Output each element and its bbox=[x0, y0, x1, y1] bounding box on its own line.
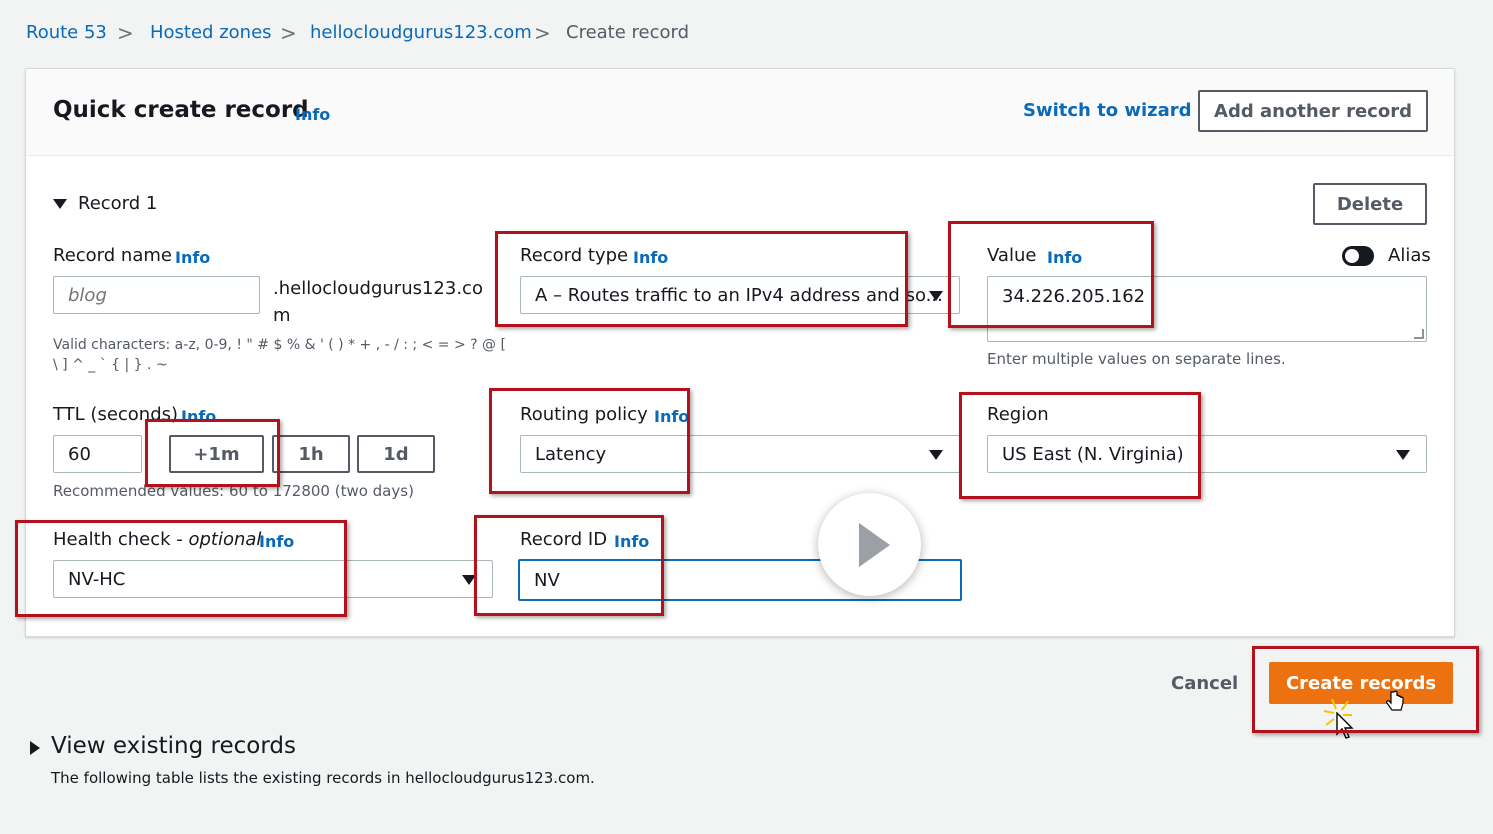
breadcrumb-separator: > bbox=[534, 21, 551, 45]
health-check-info-link[interactable]: Info bbox=[259, 532, 294, 551]
record-1-label: Record 1 bbox=[78, 193, 158, 214]
play-icon bbox=[859, 523, 890, 567]
play-overlay-button[interactable] bbox=[818, 493, 921, 596]
region-value: US East (N. Virginia) bbox=[1002, 443, 1184, 465]
quick-create-panel: Quick create record Info Switch to wizar… bbox=[25, 68, 1455, 637]
breadcrumb-zone[interactable]: hellocloudgurus123.com bbox=[310, 22, 532, 43]
dropdown-caret-icon bbox=[1396, 450, 1410, 460]
domain-suffix-line2: m bbox=[273, 305, 291, 326]
value-info-link[interactable]: Info bbox=[1047, 248, 1082, 267]
region-label: Region bbox=[987, 404, 1049, 425]
record-id-label: Record ID bbox=[520, 529, 608, 550]
switch-to-wizard-link[interactable]: Switch to wizard bbox=[1023, 100, 1192, 121]
breadcrumb-route53[interactable]: Route 53 bbox=[26, 22, 107, 43]
cancel-button[interactable]: Cancel bbox=[1171, 673, 1238, 694]
ttl-1h-button[interactable]: 1h bbox=[272, 435, 350, 473]
alias-label: Alias bbox=[1388, 245, 1431, 266]
record-id-value: NV bbox=[534, 569, 560, 591]
routing-policy-label: Routing policy bbox=[520, 404, 648, 425]
record-1-toggle[interactable]: Record 1 bbox=[53, 193, 157, 214]
routing-policy-select[interactable]: Latency bbox=[520, 435, 960, 473]
health-check-label: Health check - optional bbox=[53, 529, 262, 550]
routing-policy-value: Latency bbox=[535, 443, 607, 465]
caret-down-icon bbox=[53, 198, 67, 209]
routing-policy-info-link[interactable]: Info bbox=[654, 407, 689, 426]
add-another-record-button[interactable]: Add another record bbox=[1198, 90, 1428, 132]
optional-label: optional bbox=[188, 529, 262, 550]
record-name-info-link[interactable]: Info bbox=[175, 248, 210, 267]
resize-handle-icon[interactable] bbox=[1414, 329, 1424, 339]
breadcrumb-hosted-zones[interactable]: Hosted zones bbox=[150, 22, 272, 43]
existing-records-description: The following table lists the existing r… bbox=[51, 769, 595, 787]
ttl-plus-1m-button[interactable]: +1m bbox=[169, 435, 264, 473]
record-type-select[interactable]: A – Routes traffic to an IPv4 address an… bbox=[520, 276, 960, 314]
title-info-link[interactable]: Info bbox=[295, 105, 330, 124]
breadcrumb-separator: > bbox=[117, 21, 134, 45]
value-textarea[interactable]: 34.226.205.162 bbox=[987, 276, 1427, 342]
ttl-1d-button[interactable]: 1d bbox=[357, 435, 435, 473]
value-text: 34.226.205.162 bbox=[1002, 286, 1146, 307]
value-hint: Enter multiple values on separate lines. bbox=[987, 350, 1286, 368]
domain-suffix-line1: .hellocloudgurus123.co bbox=[273, 278, 483, 299]
toggle-knob bbox=[1345, 249, 1359, 263]
ttl-label: TTL (seconds) bbox=[53, 404, 179, 425]
dropdown-caret-icon bbox=[929, 291, 943, 301]
region-select[interactable]: US East (N. Virginia) bbox=[987, 435, 1427, 473]
record-id-info-link[interactable]: Info bbox=[614, 532, 649, 551]
record-type-label: Record type bbox=[520, 245, 629, 266]
record-name-label: Record name bbox=[53, 245, 172, 266]
record-type-value: A – Routes traffic to an IPv4 address an… bbox=[535, 284, 943, 306]
health-check-value: NV-HC bbox=[68, 568, 126, 590]
ttl-hint: Recommended values: 60 to 172800 (two da… bbox=[53, 482, 414, 500]
mouse-cursor-icon bbox=[1336, 712, 1354, 739]
ttl-info-link[interactable]: Info bbox=[181, 407, 216, 426]
ttl-value: 60 bbox=[68, 443, 91, 465]
dropdown-caret-icon bbox=[929, 450, 943, 460]
breadcrumb-current: Create record bbox=[566, 22, 690, 43]
record-name-input[interactable] bbox=[53, 276, 260, 314]
alias-toggle[interactable] bbox=[1342, 246, 1374, 266]
delete-button[interactable]: Delete bbox=[1313, 183, 1427, 225]
hand-cursor-icon bbox=[1386, 690, 1404, 711]
page-title: Quick create record bbox=[53, 97, 309, 123]
record-name-hint-line1: Valid characters: a-z, 0-9, ! " # $ % & … bbox=[53, 337, 506, 353]
record-type-info-link[interactable]: Info bbox=[633, 248, 668, 267]
dropdown-caret-icon bbox=[462, 575, 476, 585]
breadcrumb-separator: > bbox=[280, 21, 297, 45]
view-existing-records-toggle[interactable]: View existing records bbox=[51, 733, 296, 759]
ttl-input[interactable]: 60 bbox=[53, 435, 142, 473]
value-label: Value bbox=[987, 245, 1037, 266]
record-name-hint-line2: \ ] ^ _ ` { | } . ~ bbox=[53, 357, 168, 373]
caret-right-icon[interactable] bbox=[30, 741, 40, 755]
health-check-select[interactable]: NV-HC bbox=[53, 560, 493, 598]
